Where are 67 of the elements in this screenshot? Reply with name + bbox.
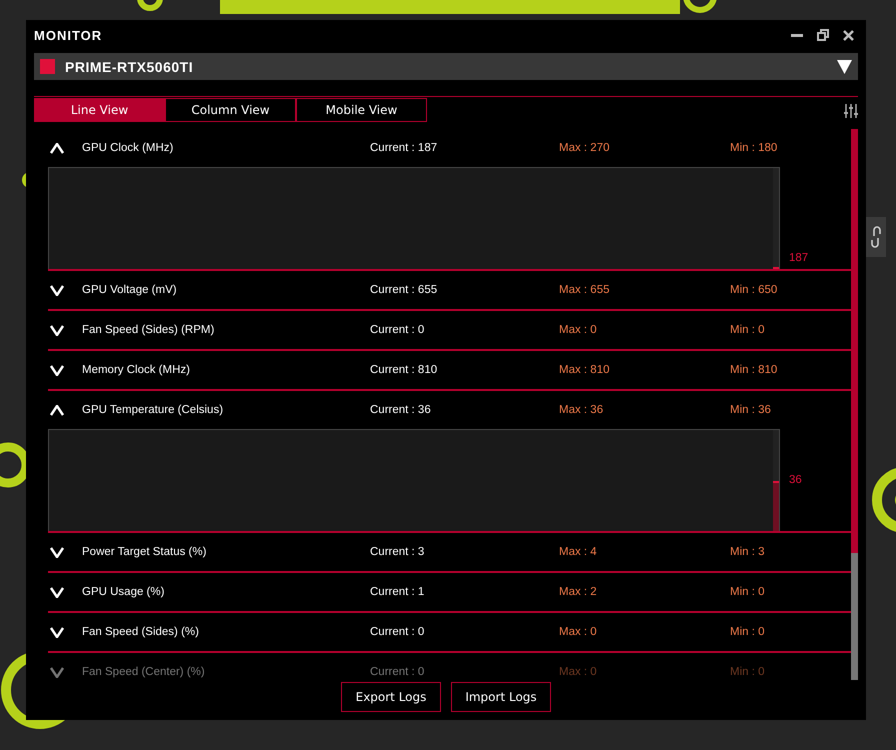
current-value: Current : 0 bbox=[370, 626, 426, 638]
attach-handle[interactable] bbox=[866, 217, 886, 257]
max-value: Max : 4 bbox=[559, 546, 598, 558]
window-title: MONITOR bbox=[34, 28, 102, 42]
device-dropdown[interactable]: PRIME-RTX5060TI bbox=[34, 53, 858, 80]
decorative-ring bbox=[137, 0, 163, 11]
min-value: Min : 0 bbox=[730, 626, 765, 638]
current-value: Current : 187 bbox=[370, 142, 438, 154]
current-value: Current : 3 bbox=[370, 546, 426, 558]
view-tab[interactable]: Line View bbox=[34, 98, 165, 122]
max-value: Max : 36 bbox=[559, 404, 604, 416]
max-value: Max : 270 bbox=[559, 142, 610, 154]
decorative-target bbox=[872, 467, 896, 533]
metric-name: Memory Clock (MHz) bbox=[82, 364, 191, 376]
chevron-down-icon bbox=[50, 586, 64, 598]
log-button[interactable]: Import Logs bbox=[451, 682, 551, 712]
close-icon[interactable] bbox=[843, 30, 854, 40]
min-value: Min : 0 bbox=[730, 586, 765, 598]
min-value: Min : 3 bbox=[730, 546, 765, 558]
current-value: Current : 1 bbox=[370, 586, 426, 598]
log-button[interactable]: Export Logs bbox=[341, 682, 441, 712]
link-icon bbox=[871, 226, 881, 248]
metric-name: GPU Voltage (mV) bbox=[82, 284, 178, 296]
min-value: Min : 0 bbox=[730, 666, 765, 678]
scrollbar[interactable] bbox=[851, 129, 858, 680]
min-value: Min : 810 bbox=[730, 364, 778, 376]
chevron-down-icon bbox=[50, 364, 64, 376]
chevron-down-icon bbox=[50, 284, 64, 296]
chevron-up-icon bbox=[50, 404, 64, 416]
metric-name: GPU Clock (MHz) bbox=[82, 142, 174, 154]
scrollbar-thumb[interactable] bbox=[851, 129, 858, 554]
max-value: Max : 2 bbox=[559, 586, 598, 598]
view-tab[interactable]: Column View bbox=[165, 98, 296, 122]
chevron-down-icon bbox=[50, 324, 64, 336]
graph-value-label: 36 bbox=[789, 474, 802, 486]
view-tab[interactable]: Mobile View bbox=[296, 98, 427, 122]
max-value: Max : 0 bbox=[559, 324, 598, 336]
metric-name: GPU Usage (%) bbox=[82, 586, 166, 598]
max-value: Max : 655 bbox=[559, 284, 610, 296]
max-value: Max : 0 bbox=[559, 666, 598, 678]
metric-name: GPU Temperature (Celsius) bbox=[82, 404, 224, 416]
graph-value-label: 187 bbox=[789, 252, 808, 264]
current-value: Current : 0 bbox=[370, 666, 426, 678]
min-value: Min : 0 bbox=[730, 324, 765, 336]
max-value: Max : 0 bbox=[559, 626, 598, 638]
current-value: Current : 0 bbox=[370, 324, 426, 336]
decorative-ring bbox=[683, 0, 717, 13]
metric-name: Fan Speed (Center) (%) bbox=[82, 666, 206, 678]
current-value: Current : 810 bbox=[370, 364, 438, 376]
chevron-down-icon bbox=[50, 626, 64, 638]
metric-name: Fan Speed (Sides) (RPM) bbox=[82, 324, 216, 336]
min-value: Min : 180 bbox=[730, 142, 778, 154]
metric-name: Power Target Status (%) bbox=[82, 546, 208, 558]
settings-sliders-icon[interactable] bbox=[844, 104, 858, 118]
current-value: Current : 36 bbox=[370, 404, 432, 416]
chevron-down-icon bbox=[50, 666, 64, 678]
min-value: Min : 650 bbox=[730, 284, 778, 296]
restore-icon[interactable] bbox=[817, 29, 829, 41]
chevron-down-icon bbox=[50, 546, 64, 558]
dropdown-caret-icon bbox=[837, 60, 852, 74]
device-name: PRIME-RTX5060TI bbox=[65, 58, 194, 74]
chevron-up-icon bbox=[50, 142, 64, 154]
metric-name: Fan Speed (Sides) (%) bbox=[82, 626, 200, 638]
min-value: Min : 36 bbox=[730, 404, 771, 416]
max-value: Max : 810 bbox=[559, 364, 610, 376]
current-value: Current : 655 bbox=[370, 284, 438, 296]
minimize-icon[interactable] bbox=[791, 34, 803, 36]
